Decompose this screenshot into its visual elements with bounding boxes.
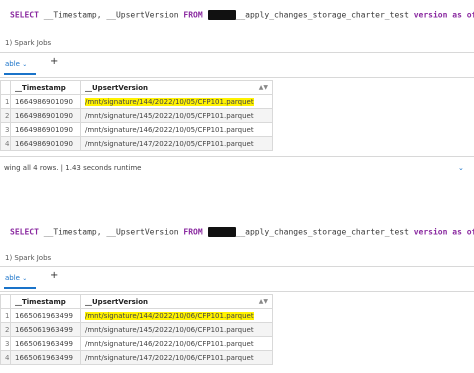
column-header-upsertversion[interactable]: __UpsertVersion ▲▼ xyxy=(80,294,273,309)
cell-timestamp: 1664986901090 xyxy=(10,94,81,109)
index-header xyxy=(0,80,11,95)
table-row: 4 1665061963499 /mnt/signature/147/2022/… xyxy=(0,350,273,365)
cell-upsertversion: /mnt/signature/145/2022/10/05/CFP101.par… xyxy=(80,108,273,123)
sql-query-2[interactable]: SELECT __Timestamp, __UpsertVersion FROM… xyxy=(10,227,474,237)
column-header-upsertversion[interactable]: __UpsertVersion ▲▼ xyxy=(80,80,273,95)
chevron-down-icon[interactable]: ⌄ xyxy=(22,61,27,68)
cell-timestamp: 1665061963499 xyxy=(10,336,81,351)
add-visualization-plus-icon[interactable]: + xyxy=(50,270,58,281)
divider xyxy=(0,77,474,78)
column-header-timestamp[interactable]: __Timestamp xyxy=(10,294,81,309)
chevron-down-icon[interactable]: ⌄ xyxy=(22,275,27,282)
highlighted-path: /mnt/signature/144/2022/10/05/CFP101.par… xyxy=(85,97,254,106)
results-footer: wing all 4 rows. | 1.43 seconds runtime xyxy=(4,164,142,172)
cell-timestamp: 1664986901090 xyxy=(10,122,81,137)
redacted-schema xyxy=(207,10,236,20)
spark-jobs-toggle-2[interactable]: 1) Spark Jobs xyxy=(5,254,51,262)
tab-table-1[interactable]: able ⌄ xyxy=(5,60,27,68)
tab-table-2[interactable]: able ⌄ xyxy=(5,274,27,282)
divider xyxy=(0,266,474,267)
cell-upsertversion: /mnt/signature/147/2022/10/05/CFP101.par… xyxy=(80,136,273,151)
cell-timestamp: 1664986901090 xyxy=(10,108,81,123)
cell-upsertversion: /mnt/signature/146/2022/10/06/CFP101.par… xyxy=(80,336,273,351)
highlighted-path: /mnt/signature/144/2022/10/06/CFP101.par… xyxy=(85,311,254,320)
cell-upsertversion: /mnt/signature/147/2022/10/06/CFP101.par… xyxy=(80,350,273,365)
table-row: 1 1664986901090 /mnt/signature/144/2022/… xyxy=(0,94,273,109)
add-visualization-plus-icon[interactable]: + xyxy=(50,56,58,67)
cell-upsertversion: /mnt/signature/145/2022/10/06/CFP101.par… xyxy=(80,322,273,337)
table-row: 3 1664986901090 /mnt/signature/146/2022/… xyxy=(0,122,273,137)
results-table-1: __Timestamp __UpsertVersion ▲▼ 1 16649869… xyxy=(0,80,273,151)
table-header-row: __Timestamp __UpsertVersion ▲▼ xyxy=(0,80,273,95)
column-header-timestamp[interactable]: __Timestamp xyxy=(10,80,81,95)
table-header-row: __Timestamp __UpsertVersion ▲▼ xyxy=(0,294,273,309)
sort-icon[interactable]: ▲▼ xyxy=(259,298,268,305)
collapse-chevron-icon[interactable]: ⌄ xyxy=(458,164,464,172)
divider xyxy=(0,156,474,157)
table-row: 2 1665061963499 /mnt/signature/145/2022/… xyxy=(0,322,273,337)
cell-upsertversion: /mnt/signature/144/2022/10/05/CFP101.par… xyxy=(80,94,273,109)
table-row: 1 1665061963499 /mnt/signature/144/2022/… xyxy=(0,308,273,323)
active-tab-underline xyxy=(4,287,36,289)
divider xyxy=(0,52,474,53)
index-header xyxy=(0,294,11,309)
cell-upsertversion: /mnt/signature/146/2022/10/05/CFP101.par… xyxy=(80,122,273,137)
cell-timestamp: 1665061963499 xyxy=(10,322,81,337)
cell-upsertversion: /mnt/signature/144/2022/10/06/CFP101.par… xyxy=(80,308,273,323)
sql-query-1[interactable]: SELECT __Timestamp, __UpsertVersion FROM… xyxy=(10,10,474,20)
cell-timestamp: 1665061963499 xyxy=(10,350,81,365)
table-row: 4 1664986901090 /mnt/signature/147/2022/… xyxy=(0,136,273,151)
sort-icon[interactable]: ▲▼ xyxy=(259,84,268,91)
table-row: 3 1665061963499 /mnt/signature/146/2022/… xyxy=(0,336,273,351)
redacted-schema xyxy=(207,227,236,237)
table-row: 2 1664986901090 /mnt/signature/145/2022/… xyxy=(0,108,273,123)
cell-timestamp: 1664986901090 xyxy=(10,136,81,151)
results-table-2: __Timestamp __UpsertVersion ▲▼ 1 16650619… xyxy=(0,294,273,365)
cell-timestamp: 1665061963499 xyxy=(10,308,81,323)
spark-jobs-toggle-1[interactable]: 1) Spark Jobs xyxy=(5,39,51,47)
active-tab-underline xyxy=(4,73,36,75)
divider xyxy=(0,291,474,292)
